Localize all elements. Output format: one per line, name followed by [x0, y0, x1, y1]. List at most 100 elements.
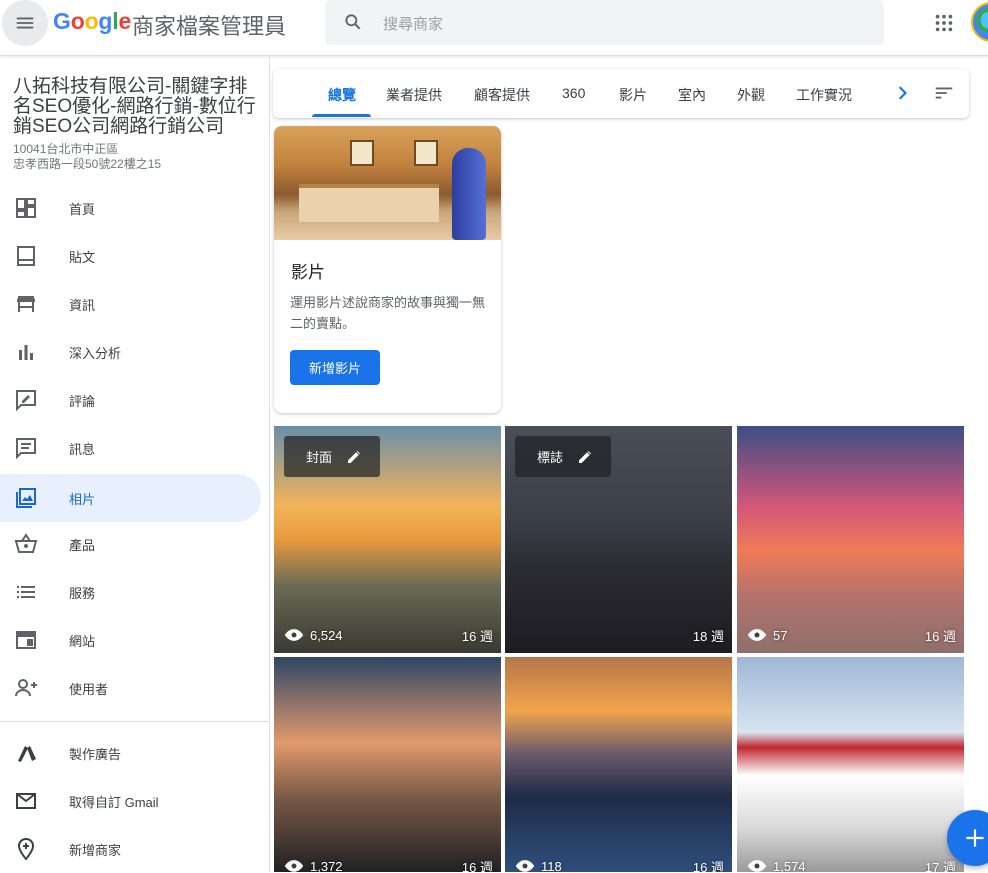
posts-icon — [17, 246, 35, 266]
search-icon — [345, 14, 361, 30]
photo-label-text: 封面 — [306, 450, 333, 465]
photos-icon — [16, 488, 36, 508]
gmail-icon — [16, 793, 36, 809]
business-name-line: 八拓科技有限公司-關鍵字排 — [13, 76, 248, 97]
product-name: 商家檔案管理員 — [132, 14, 287, 39]
sort-icon[interactable] — [933, 82, 955, 104]
photo-label-text: 標誌 — [537, 450, 564, 465]
google-logo[interactable]: Google — [53, 8, 131, 35]
tab-video[interactable]: 影片 — [619, 85, 647, 105]
sidebar-item-website[interactable]: 網站 — [0, 616, 261, 664]
google-ads-icon — [18, 746, 36, 762]
tab-at-work[interactable]: 工作實況 — [796, 85, 852, 105]
services-icon — [17, 586, 35, 598]
photo-views: 1,372 — [284, 856, 343, 872]
image-window — [350, 140, 374, 166]
sidebar-item-insights[interactable]: 深入分析 — [0, 328, 261, 376]
sidebar-item-photos[interactable]: 相片 — [0, 474, 261, 522]
sidebar-item-label: 貼文 — [69, 250, 96, 265]
business-name-line: 名SEO優化-網路行銷-數位行 — [13, 96, 256, 117]
video-cover-image — [274, 126, 501, 240]
sidebar-item-messages[interactable]: 訊息 — [0, 424, 261, 472]
eye-icon — [515, 860, 535, 872]
video-card-description: 運用影片述說商家的故事與獨一無二的賣點。 — [290, 295, 486, 331]
sidebar-item-info[interactable]: 資訊 — [0, 280, 261, 328]
sidebar-item-products[interactable]: 產品 — [0, 520, 261, 568]
image-counter — [299, 184, 439, 222]
sidebar-item-label: 評論 — [69, 394, 96, 409]
video-card: 影片 運用影片述說商家的故事與獨一無二的賣點。 新增影片 — [274, 126, 501, 413]
website-icon — [16, 631, 36, 649]
add-location-icon — [17, 837, 35, 861]
plus-icon — [966, 829, 984, 847]
photo-tile[interactable]: 標誌 18 週 — [505, 426, 732, 653]
sidebar-item-label: 使用者 — [69, 682, 109, 697]
account-avatar[interactable] — [971, 2, 988, 42]
photo-age: 16 週 — [461, 860, 493, 872]
sidebar-item-add-business[interactable]: 新增商家 — [0, 825, 261, 873]
photo-views: 6,524 — [284, 625, 343, 645]
dashboard-icon — [16, 198, 36, 218]
business-address: 10041台北市中正區 忠孝西路一段50號22樓之15 — [13, 142, 161, 172]
add-user-icon — [15, 679, 37, 697]
photo-tile[interactable]: 118 16 週 — [505, 657, 732, 872]
eye-icon — [284, 860, 304, 872]
search-placeholder: 搜尋商家 — [383, 16, 444, 33]
address-line: 10041台北市中正區 — [13, 142, 119, 156]
eye-icon — [747, 860, 767, 872]
sidebar-item-gmail[interactable]: 取得自訂 Gmail — [0, 777, 261, 825]
tab-overview[interactable]: 總覽 — [328, 85, 356, 105]
active-tab-indicator — [312, 114, 371, 117]
sidebar-item-reviews[interactable]: 評論 — [0, 376, 261, 424]
menu-icon — [16, 17, 34, 29]
logo-label[interactable]: 標誌 — [515, 436, 612, 477]
sidebar-item-posts[interactable]: 貼文 — [0, 232, 261, 280]
sidebar-item-services[interactable]: 服務 — [0, 568, 261, 616]
tab-interior[interactable]: 室內 — [678, 85, 706, 105]
photo-views: 118 — [515, 856, 562, 872]
store-icon — [17, 296, 35, 312]
sidebar-item-label: 資訊 — [69, 298, 96, 313]
tab-exterior[interactable]: 外觀 — [737, 85, 765, 105]
photo-views-count: 118 — [541, 858, 562, 873]
sidebar-item-label: 服務 — [69, 586, 96, 601]
sidebar-item-label: 新增商家 — [69, 843, 122, 858]
photo-views-count: 1,372 — [310, 858, 343, 873]
sidebar-item-label: 製作廣告 — [69, 747, 122, 762]
eye-icon — [747, 629, 767, 641]
reviews-icon — [16, 390, 36, 412]
photo-views: 1,574 — [747, 856, 806, 872]
sidebar-item-label: 深入分析 — [69, 346, 122, 361]
add-video-button[interactable]: 新增影片 — [290, 350, 380, 385]
sidebar-item-label: 網站 — [69, 634, 96, 649]
photo-age: 16 週 — [461, 629, 493, 644]
sidebar-item-label: 訊息 — [69, 442, 96, 457]
photo-tile[interactable]: 1,574 17 週 — [737, 657, 964, 872]
photo-tile[interactable]: 57 16 週 — [737, 426, 964, 653]
photo-tile[interactable]: 封面 6,524 16 週 — [274, 426, 501, 653]
sidebar: 八拓科技有限公司-關鍵字排 名SEO優化-網路行銷-數位行 銷SEO公司網路行銷… — [0, 56, 270, 872]
photo-views-count: 57 — [773, 627, 788, 643]
cover-label[interactable]: 封面 — [284, 436, 381, 477]
tab-owner[interactable]: 業者提供 — [386, 85, 442, 105]
sidebar-item-users[interactable]: 使用者 — [0, 664, 261, 712]
photo-views: 57 — [747, 625, 787, 645]
insights-icon — [19, 345, 33, 360]
chevron-right-icon[interactable] — [893, 83, 913, 103]
tab-customer[interactable]: 顧客提供 — [474, 85, 530, 105]
search-input[interactable]: 搜尋商家 — [325, 0, 884, 45]
sidebar-divider — [0, 721, 270, 722]
photo-tile[interactable]: 1,372 16 週 — [274, 657, 501, 872]
sidebar-item-label: 產品 — [69, 538, 96, 553]
photo-age: 18 週 — [692, 629, 724, 644]
sidebar-item-home[interactable]: 首頁 — [0, 184, 261, 232]
apps-grid-icon[interactable] — [933, 12, 955, 34]
edit-icon — [348, 450, 361, 463]
image-person — [452, 148, 486, 240]
address-line: 忠孝西路一段50號22樓之15 — [13, 157, 162, 171]
photo-age: 16 週 — [924, 629, 956, 644]
tab-360[interactable]: 360 — [562, 85, 585, 101]
photo-age: 17 週 — [924, 860, 956, 872]
sidebar-item-create-ad[interactable]: 製作廣告 — [0, 729, 261, 777]
main-menu-button[interactable] — [2, 0, 48, 46]
